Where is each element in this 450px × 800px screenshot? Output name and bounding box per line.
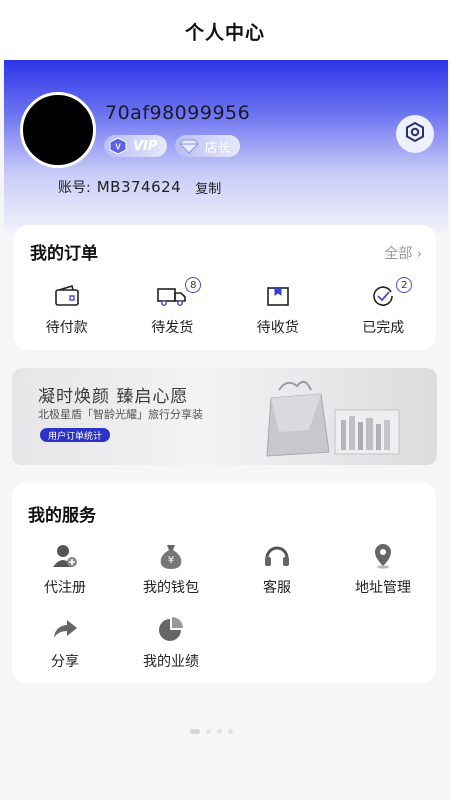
service-address[interactable]: 地址管理 bbox=[330, 541, 436, 597]
orders-all-link[interactable]: 全部 › bbox=[384, 243, 422, 263]
account-row: 账号: MB374624 复制 bbox=[58, 177, 221, 197]
order-completed[interactable]: 2 已完成 bbox=[331, 277, 437, 337]
vip-label: VIP bbox=[133, 138, 158, 154]
services-title: 我的服务 bbox=[28, 506, 96, 526]
avatar[interactable] bbox=[20, 92, 96, 168]
page-dot bbox=[228, 729, 233, 734]
user-add-icon bbox=[50, 541, 80, 571]
svg-text:¥: ¥ bbox=[168, 555, 174, 566]
banner-headline: 凝时焕颜 臻启心愿 bbox=[38, 387, 189, 407]
page-dot bbox=[206, 729, 211, 734]
service-label: 我的钱包 bbox=[143, 580, 199, 596]
promo-banner[interactable]: 凝时焕颜 臻启心愿 北极星盾「智龄光耀」旅行分享装 用户订单统计 bbox=[12, 368, 437, 465]
settings-button[interactable] bbox=[396, 115, 434, 153]
headset-icon bbox=[262, 541, 292, 571]
store-manager-badge: 店长 bbox=[175, 135, 241, 157]
wallet-icon bbox=[52, 283, 82, 309]
orders-card: 我的订单 全部 › 待付款 8 待发货 待收货 2 已完成 bbox=[14, 225, 436, 350]
service-label: 地址管理 bbox=[355, 580, 411, 596]
order-label: 已完成 bbox=[362, 320, 405, 336]
order-label: 待付款 bbox=[45, 320, 88, 336]
order-stats-button[interactable]: 用户订单统计 bbox=[40, 428, 111, 442]
order-pending-shipment[interactable]: 8 待发货 bbox=[120, 277, 226, 337]
chevron-right-icon: › bbox=[416, 247, 422, 262]
page-indicator bbox=[190, 729, 233, 734]
account-label: 账号: bbox=[58, 180, 91, 196]
service-label: 代注册 bbox=[44, 580, 86, 596]
badge-row: V VIP 店长 bbox=[104, 135, 241, 157]
services-card: 我的服务 代注册 ¥ 我的钱包 客服 地址管理 分享 我的业绩 bbox=[12, 483, 436, 683]
order-label: 待收货 bbox=[256, 320, 299, 336]
share-arrow-icon bbox=[50, 615, 80, 645]
service-label: 客服 bbox=[263, 580, 291, 596]
service-register[interactable]: 代注册 bbox=[12, 541, 118, 597]
page-dot-active bbox=[190, 729, 200, 734]
money-bag-icon: ¥ bbox=[156, 541, 186, 571]
order-label: 待发货 bbox=[151, 320, 194, 336]
order-count-badge: 8 bbox=[185, 277, 202, 293]
vip-gem-icon: V bbox=[108, 137, 128, 155]
top-bar: 个人中心 bbox=[0, 0, 450, 62]
order-count-badge: 2 bbox=[396, 277, 413, 293]
orders-all-label: 全部 bbox=[384, 246, 413, 262]
page-dot bbox=[217, 729, 222, 734]
service-label: 分享 bbox=[51, 654, 79, 670]
vip-badge: V VIP bbox=[104, 135, 168, 157]
product-image bbox=[249, 370, 409, 465]
service-performance[interactable]: 我的业绩 bbox=[118, 615, 224, 671]
orders-title: 我的订单 bbox=[30, 244, 98, 264]
banner-subline: 北极星盾「智龄光耀」旅行分享装 bbox=[38, 408, 203, 421]
username: 70af98099956 bbox=[105, 102, 251, 124]
page-title: 个人中心 bbox=[184, 21, 265, 44]
pie-chart-icon bbox=[156, 615, 186, 645]
check-circle-icon: 2 bbox=[368, 277, 413, 309]
service-label: 我的业绩 bbox=[143, 654, 199, 670]
service-wallet[interactable]: ¥ 我的钱包 bbox=[118, 541, 224, 597]
order-pending-payment[interactable]: 待付款 bbox=[14, 283, 120, 337]
location-pin-icon bbox=[368, 541, 398, 571]
store-manager-label: 店长 bbox=[204, 140, 231, 156]
service-support[interactable]: 客服 bbox=[224, 541, 330, 597]
order-pending-receipt[interactable]: 待收货 bbox=[225, 283, 331, 337]
box-icon bbox=[263, 283, 293, 309]
service-share[interactable]: 分享 bbox=[12, 615, 118, 671]
truck-icon: 8 bbox=[157, 277, 202, 309]
account-value: MB374624 bbox=[96, 178, 182, 196]
diamond-icon bbox=[179, 137, 200, 155]
settings-hexagon-icon bbox=[404, 121, 426, 147]
copy-button[interactable]: 复制 bbox=[195, 178, 221, 197]
svg-text:V: V bbox=[115, 143, 121, 152]
